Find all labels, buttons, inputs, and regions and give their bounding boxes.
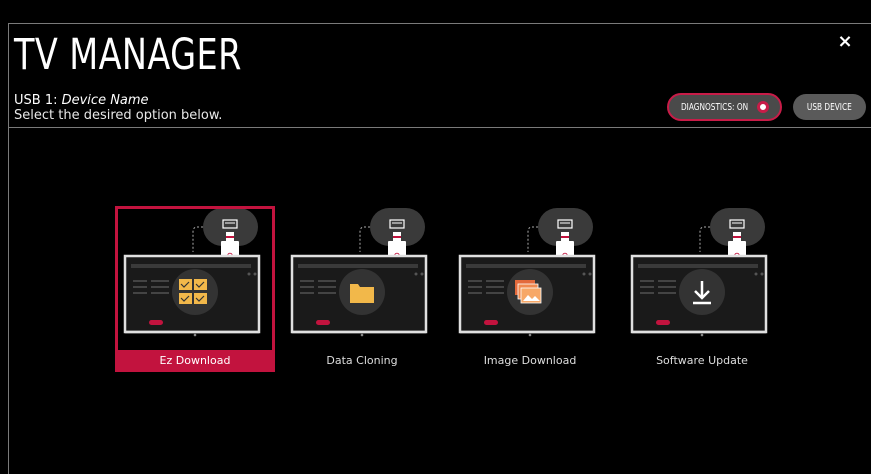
toggle-indicator-icon [757, 101, 769, 113]
option-label: Data Cloning [326, 354, 398, 367]
diagnostics-toggle-button[interactable]: DIAGNOSTICS: ON [667, 93, 782, 121]
tv-usb-illustration: ⚲ [630, 208, 768, 337]
usb-prefix: USB 1: [14, 93, 58, 108]
diagnostics-label: DIAGNOSTICS: ON [681, 101, 749, 113]
usb-device-label: USB DEVICE [807, 101, 852, 113]
usb-device-info: USB 1: Device Name [14, 93, 149, 108]
tv-usb-illustration: ⚲ [290, 208, 428, 337]
option-ez-download[interactable]: ⚲ Ez Download [115, 206, 275, 372]
close-button[interactable]: × [834, 31, 856, 53]
device-name: Device Name [61, 93, 149, 108]
instruction-text: Select the desired option below. [14, 108, 223, 123]
option-label: Software Update [656, 354, 748, 367]
option-software-update[interactable]: ⚲ Software Update [622, 206, 782, 372]
usb-device-button[interactable]: USB DEVICE [793, 94, 866, 120]
option-data-cloning[interactable]: ⚲ Data Cloning [282, 206, 442, 372]
frame-left-border [8, 23, 9, 474]
frame-top-border [8, 23, 871, 24]
page-title: TV MANAGER [14, 30, 242, 80]
option-image-download[interactable]: ⚲ Image Download [450, 206, 610, 372]
header-divider [8, 127, 871, 128]
option-label: Image Download [483, 354, 577, 367]
tv-usb-illustration: ⚲ [123, 208, 261, 337]
tv-usb-illustration: ⚲ [458, 208, 596, 337]
option-label: Ez Download [115, 350, 275, 372]
